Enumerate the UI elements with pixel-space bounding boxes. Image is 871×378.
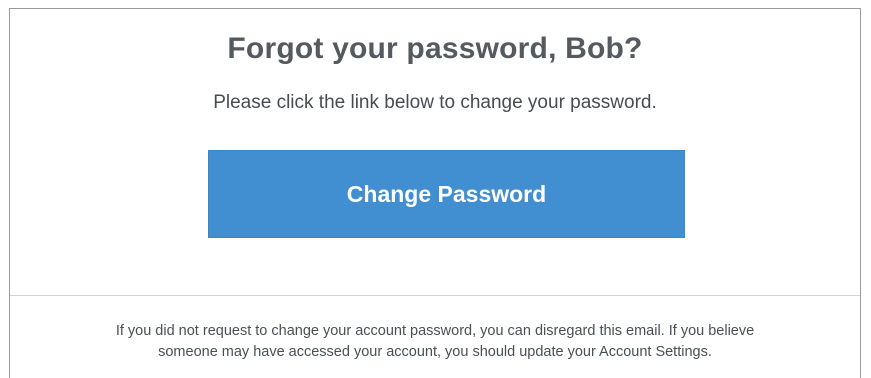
change-password-button[interactable]: Change Password [208, 150, 685, 238]
disclaimer-text: If you did not request to change your ac… [10, 321, 860, 363]
email-header-section: Forgot your password, Bob? Please click … [10, 9, 860, 296]
section-divider [10, 295, 860, 296]
disclaimer-line-1: If you did not request to change your ac… [115, 323, 755, 339]
instruction-text: Please click the link below to change yo… [213, 92, 657, 113]
page-title: Forgot your password, Bob? [227, 32, 643, 65]
email-card: Forgot your password, Bob? Please click … [9, 8, 861, 378]
change-password-button-label: Change Password [346, 180, 547, 207]
disclaimer-line-2: someone may have accessed your account, … [158, 344, 712, 360]
